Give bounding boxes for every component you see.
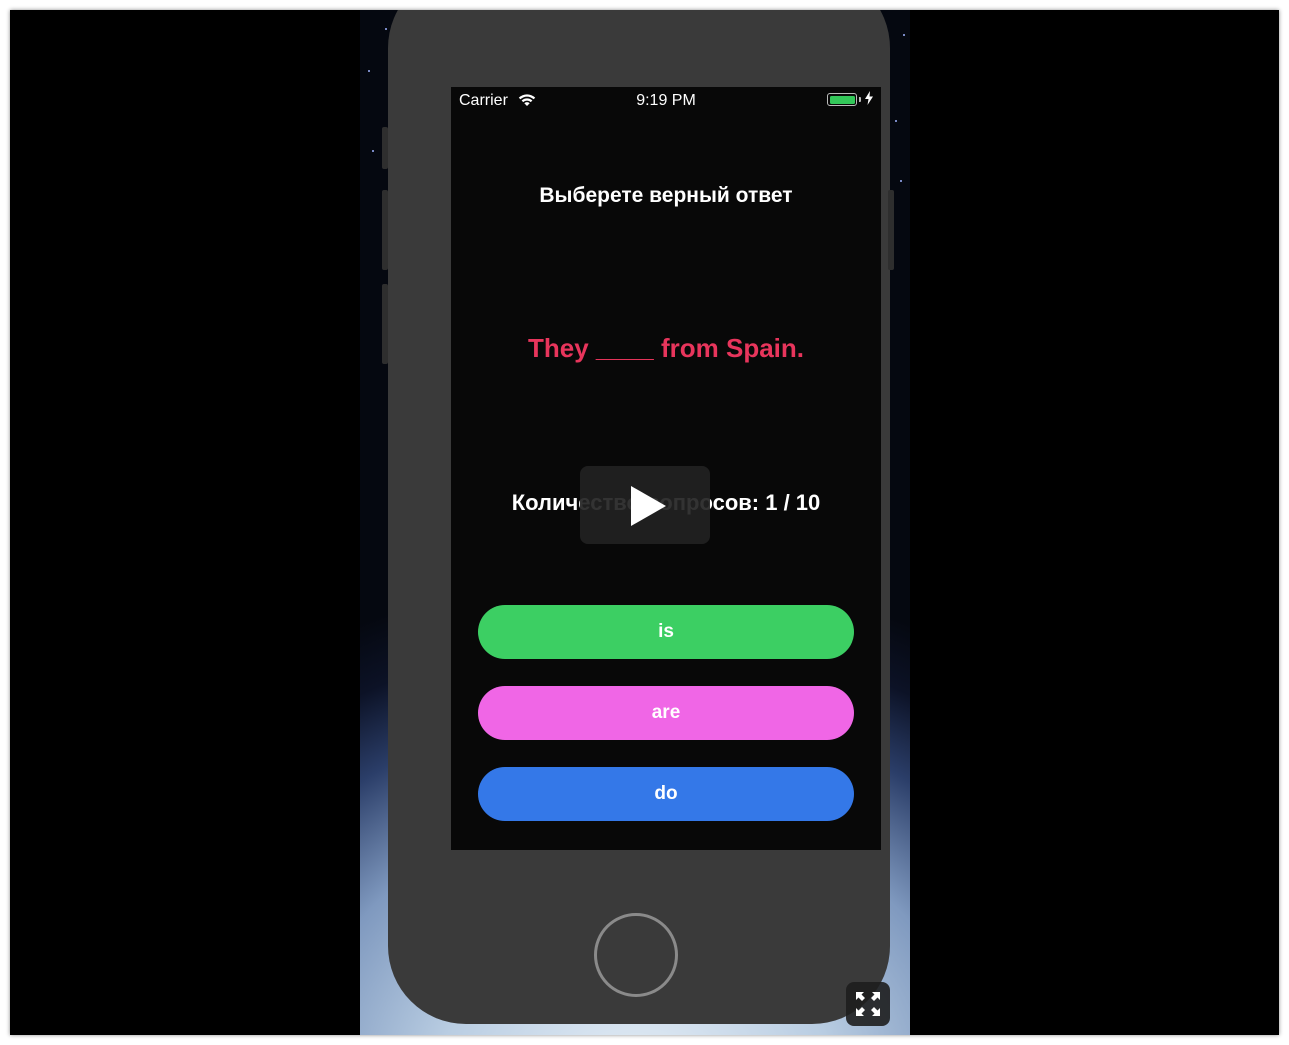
power-button [888, 190, 894, 270]
video-player[interactable]: Carrier 9:19 PM Выберете верный ответ Th… [360, 10, 910, 1035]
volume-up-button [382, 190, 388, 270]
play-button[interactable] [580, 466, 710, 544]
fullscreen-button[interactable] [846, 982, 890, 1026]
answer-button-do[interactable]: do [478, 767, 854, 821]
battery-level [829, 95, 855, 104]
star [368, 70, 370, 72]
play-icon [631, 486, 666, 526]
quiz-heading: Выберете верный ответ [539, 184, 793, 207]
star [900, 180, 902, 182]
volume-down-button [382, 284, 388, 364]
home-button[interactable] [594, 913, 678, 997]
quiz-sentence: They ____ from Spain. [528, 333, 804, 363]
answer-button-is[interactable]: is [478, 605, 854, 659]
star [372, 150, 374, 152]
fullscreen-expand-icon [856, 992, 880, 1016]
star [903, 34, 905, 36]
mute-switch [382, 127, 388, 169]
battery-nub [859, 97, 861, 102]
video-embed: Carrier 9:19 PM Выберете верный ответ Th… [10, 10, 1279, 1035]
charging-bolt-icon [865, 91, 873, 110]
answer-button-are[interactable]: are [478, 686, 854, 740]
status-bar: Carrier 9:19 PM [451, 87, 881, 117]
battery-icon [827, 93, 857, 106]
star [895, 120, 897, 122]
status-time: 9:19 PM [636, 92, 696, 109]
star [385, 28, 387, 30]
